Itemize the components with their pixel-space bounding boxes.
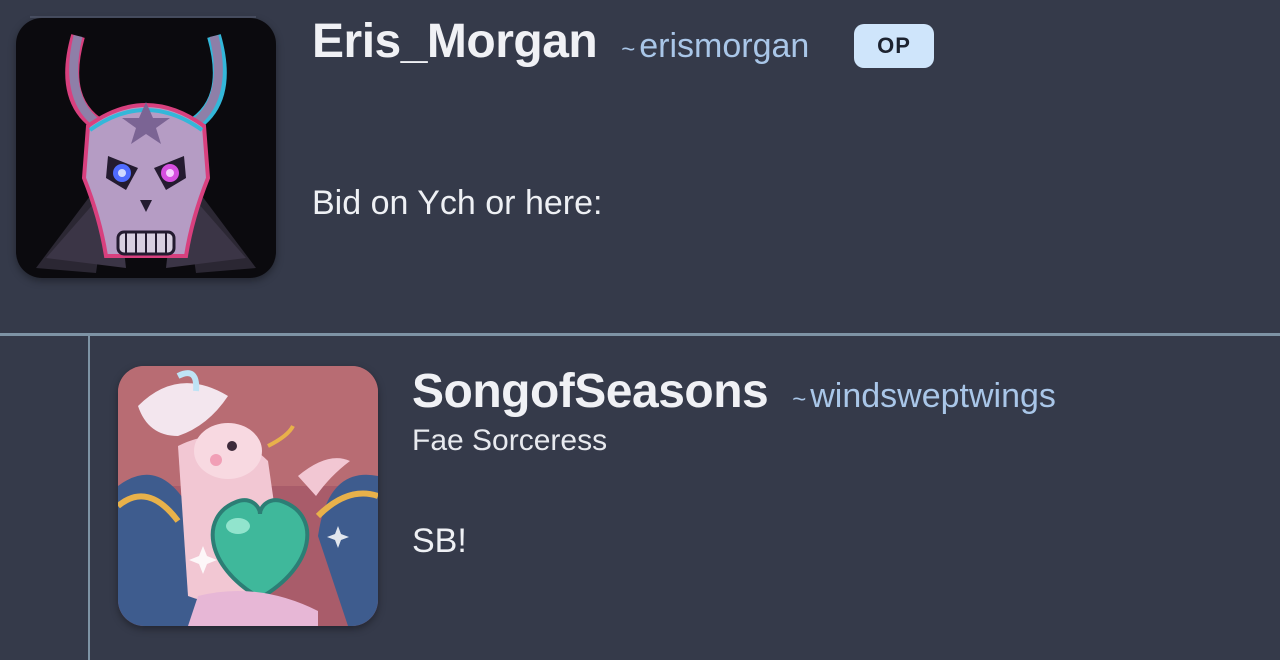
user-row: Eris_Morgan ~ erismorgan xyxy=(312,14,809,69)
comment-divider xyxy=(0,333,1280,336)
demon-skull-icon xyxy=(16,18,276,278)
display-name-link[interactable]: SongofSeasons xyxy=(412,364,769,419)
user-row: SongofSeasons ~ windsweptwings xyxy=(412,364,1056,419)
reply-thread-line xyxy=(88,336,90,660)
username-link[interactable]: ~ windsweptwings xyxy=(792,377,1056,416)
username-text: erismorgan xyxy=(639,27,810,65)
tilde-symbol: ~ xyxy=(792,386,807,413)
display-name-link[interactable]: Eris_Morgan xyxy=(312,14,598,69)
fae-character-icon xyxy=(118,366,378,626)
comment-body: Bid on Ych or here: xyxy=(312,184,603,222)
op-badge: OP xyxy=(854,24,934,68)
avatar-erismorgan[interactable] xyxy=(16,18,276,278)
avatar-windsweptwings[interactable] xyxy=(118,366,378,626)
username-text: windsweptwings xyxy=(810,377,1056,415)
username-link[interactable]: ~ erismorgan xyxy=(621,27,809,66)
comment-thread: Eris_Morgan ~ erismorgan OP Bid on Ych or… xyxy=(0,0,1280,660)
comment-body: SB! xyxy=(412,522,467,560)
tilde-symbol: ~ xyxy=(621,36,636,63)
user-title: Fae Sorceress xyxy=(412,424,608,457)
comment-op: Eris_Morgan ~ erismorgan OP Bid on Ych or… xyxy=(0,0,1280,334)
